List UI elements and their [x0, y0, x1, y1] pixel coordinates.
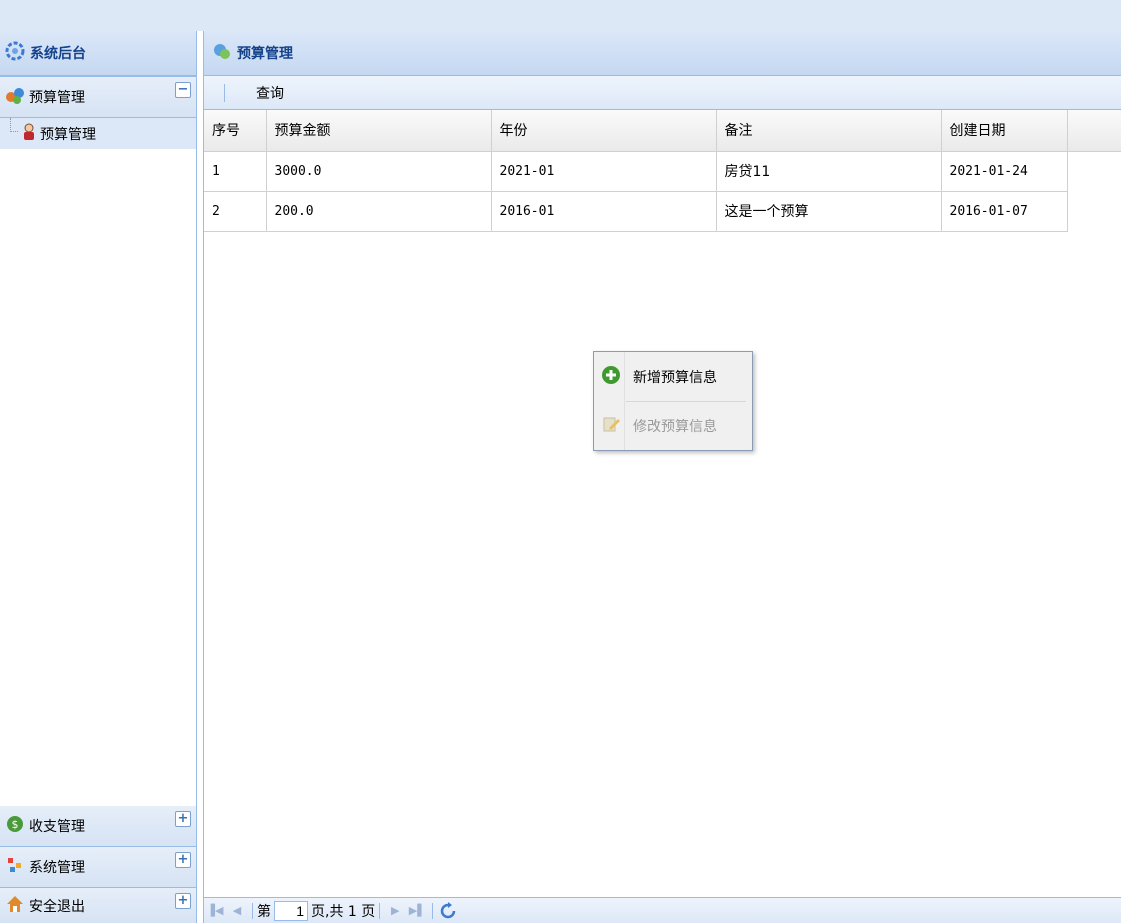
pager-prefix: 第 [257, 903, 271, 920]
pager-separator [379, 902, 381, 919]
column-header-filler [1067, 110, 1121, 152]
toolbar: 查询 [204, 76, 1121, 110]
table-cell: 2021-01-24 [941, 151, 1068, 192]
top-banner [0, 0, 1121, 31]
sidebar-group-income-expense[interactable]: $ 收支管理 + [0, 806, 196, 847]
menu-item-edit-budget[interactable]: 修改预算信息 [594, 401, 752, 450]
main-header: 预算管理 [204, 31, 1121, 76]
add-icon [601, 365, 621, 389]
table-row[interactable]: 1 3000.0 2021-01 房贷11 2021-01-24 [204, 151, 1121, 192]
last-page-icon[interactable]: ▶▌ [406, 902, 428, 920]
table-cell: 1 [204, 151, 267, 192]
sidebar-group-budget[interactable]: 预算管理 − [0, 77, 196, 118]
pager-separator [432, 902, 434, 919]
table-cell: 这是一个预算 [716, 191, 942, 232]
menu-item-label: 修改预算信息 [633, 418, 717, 435]
prev-page-icon[interactable]: ◀ [226, 902, 248, 920]
row-filler [1067, 191, 1121, 231]
table-cell: 3000.0 [266, 151, 492, 192]
pager-suffix: 页,共 1 页 [311, 903, 376, 920]
table-cell: 房贷11 [716, 151, 942, 192]
page-title: 预算管理 [237, 46, 293, 62]
table-header-row: 序号 预算金额 年份 备注 创建日期 [204, 110, 1121, 152]
tree-line [10, 118, 18, 132]
pagination-bar: ▐◀ ◀ 第 页,共 1 页 ▶ ▶▌ [204, 897, 1121, 923]
column-header[interactable]: 备注 [716, 110, 942, 152]
column-header[interactable]: 序号 [204, 110, 267, 152]
table-cell: 2016-01 [491, 191, 717, 232]
table-cell: 2016-01-07 [941, 191, 1068, 232]
table-cell: 2021-01 [491, 151, 717, 192]
sidebar-item-budget-management[interactable]: 预算管理 [0, 118, 196, 149]
first-page-icon[interactable]: ▐◀ [204, 902, 226, 920]
pager-separator [252, 902, 253, 919]
sidebar-title: 系统后台 [30, 46, 86, 62]
settings-icon [5, 855, 25, 879]
data-grid: 序号 预算金额 年份 备注 创建日期 1 3000.0 2021-01 房贷11… [204, 110, 1121, 232]
table-row[interactable]: 2 200.0 2016-01 这是一个预算 2016-01-07 [204, 191, 1121, 232]
sidebar-item-label: 预算管理 [40, 126, 96, 143]
group-label: 系统管理 [29, 860, 85, 876]
table-cell: 200.0 [266, 191, 492, 232]
group-icon [5, 85, 25, 109]
group-label: 收支管理 [29, 819, 85, 835]
column-header[interactable]: 预算金额 [266, 110, 492, 152]
edit-icon [601, 414, 621, 438]
context-menu: 新增预算信息 修改预算信息 [593, 351, 753, 451]
query-button[interactable]: 查询 [256, 83, 284, 103]
sidebar: 系统后台 预算管理 − 预算管理 $ 收支管理 + 系统管理 + 安全退出 + [0, 31, 197, 923]
user-icon [22, 123, 36, 145]
main-panel: 预算管理 查询 序号 预算金额 年份 备注 创建日期 1 3000.0 2021… [203, 31, 1121, 923]
home-icon [5, 894, 25, 918]
next-page-icon[interactable]: ▶ [384, 902, 406, 920]
refresh-icon[interactable] [437, 901, 459, 920]
sidebar-group-logout[interactable]: 安全退出 + [0, 888, 196, 923]
menu-item-label: 新增预算信息 [633, 369, 717, 386]
sidebar-header: 系统后台 [0, 31, 196, 77]
sidebar-group-system[interactable]: 系统管理 + [0, 847, 196, 888]
collapse-toggle[interactable]: − [175, 82, 191, 98]
budget-icon [212, 41, 232, 65]
column-header[interactable]: 年份 [491, 110, 717, 152]
page-number-input[interactable] [274, 900, 308, 921]
money-icon: $ [5, 814, 25, 838]
expand-toggle[interactable]: + [175, 893, 191, 909]
gear-icon [5, 41, 25, 65]
expand-toggle[interactable]: + [175, 852, 191, 868]
group-label: 安全退出 [29, 898, 85, 915]
toolbar-separator [224, 83, 225, 102]
svg-text:$: $ [12, 818, 19, 831]
row-filler [1067, 151, 1121, 191]
column-header[interactable]: 创建日期 [941, 110, 1068, 152]
group-label: 预算管理 [29, 90, 85, 106]
expand-toggle[interactable]: + [175, 811, 191, 827]
table-cell: 2 [204, 191, 267, 232]
menu-item-add-budget[interactable]: 新增预算信息 [594, 352, 752, 401]
